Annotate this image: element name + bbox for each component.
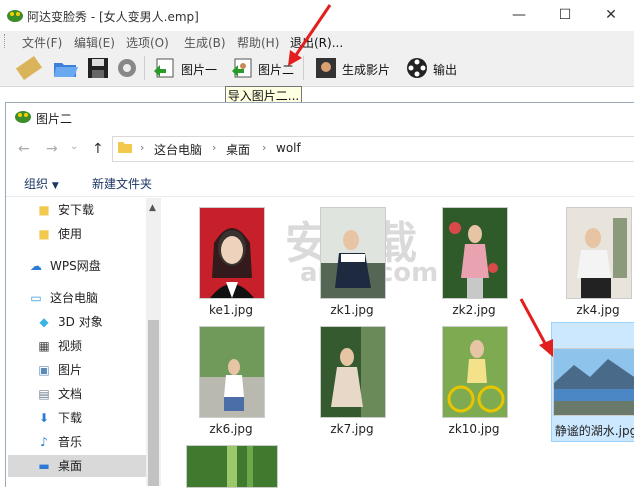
desktop-icon: ▬ — [38, 459, 50, 473]
file-name[interactable]: 静谧的湖水.jpg — [551, 422, 634, 439]
nav-label: 图片 — [58, 363, 83, 377]
nav-item-video[interactable]: ▦ 视频 — [36, 335, 82, 357]
file-name[interactable]: ke1.jpg — [186, 303, 276, 317]
settings-gear-icon[interactable] — [114, 55, 140, 81]
organize-label: 组织 — [24, 177, 49, 191]
nav-label: 桌面 — [58, 459, 83, 473]
annotation-arrow — [519, 298, 553, 357]
nav-item-wps[interactable]: ☁ WPS网盘 — [28, 255, 101, 277]
import-picture-one-icon[interactable] — [151, 55, 177, 81]
file-name[interactable]: zk1.jpg — [307, 303, 397, 317]
computer-icon: ▭ — [30, 291, 42, 305]
nav-label: WPS网盘 — [50, 259, 101, 273]
dialog-app-icon — [15, 111, 31, 123]
up-arrow-icon[interactable]: ↑ — [92, 141, 104, 157]
document-icon: ▤ — [38, 387, 50, 401]
film-strip-icon[interactable] — [16, 55, 42, 81]
annotation-arrow — [288, 4, 332, 66]
minimize-button[interactable]: — — [496, 0, 542, 31]
menu-file[interactable]: 文件(F) — [22, 34, 62, 51]
nav-item-documents[interactable]: ▤ 文档 — [36, 383, 82, 405]
nav-item-pictures[interactable]: ▣ 图片 — [36, 359, 82, 381]
nav-item-music[interactable]: ♪ 音乐 — [36, 431, 82, 453]
toolbar-divider — [144, 56, 145, 80]
breadcrumb-this-pc[interactable]: 这台电脑 — [154, 141, 202, 158]
nav-item-this-pc[interactable]: ▭ 这台电脑 — [28, 287, 98, 309]
file-thumbnail[interactable] — [442, 207, 508, 299]
video-icon: ▦ — [38, 339, 50, 353]
file-thumbnail[interactable] — [566, 207, 632, 299]
file-name[interactable]: zk7.jpg — [307, 422, 397, 436]
nav-label: 文档 — [58, 387, 83, 401]
nav-label: 使用 — [58, 227, 83, 241]
organize-button[interactable]: 组织 ▼ — [24, 175, 59, 192]
forward-arrow-icon[interactable]: → — [46, 141, 58, 157]
file-name[interactable]: zk10.jpg — [429, 422, 519, 436]
save-icon[interactable] — [85, 55, 111, 81]
app-logo-icon — [7, 10, 23, 22]
nav-label: 安下载 — [58, 203, 95, 217]
breadcrumb-wolf[interactable]: wolf — [276, 141, 301, 155]
file-name[interactable]: zk4.jpg — [553, 303, 634, 317]
import-picture-two-icon[interactable] — [229, 55, 255, 81]
menu-help[interactable]: 帮助(H) — [237, 34, 279, 51]
breadcrumb-separator-icon: › — [262, 141, 267, 154]
recent-chevron-icon[interactable]: ⌄ — [70, 141, 78, 152]
back-arrow-icon[interactable]: ← — [18, 141, 30, 157]
nav-item-desktop[interactable]: ▬ 桌面 — [36, 455, 82, 477]
music-icon: ♪ — [40, 435, 48, 449]
open-folder-icon[interactable] — [52, 55, 78, 81]
nav-label: 音乐 — [58, 435, 83, 449]
close-button[interactable]: ✕ — [588, 0, 634, 31]
menubar-grip — [4, 34, 8, 48]
maximize-button[interactable]: ☐ — [542, 0, 588, 31]
film-reel-icon[interactable] — [404, 55, 430, 81]
file-thumbnail[interactable] — [199, 326, 265, 418]
cube-icon: ◆ — [39, 315, 49, 329]
folder-icon — [118, 142, 132, 153]
nav-label: 这台电脑 — [50, 291, 99, 305]
download-icon: ⬇ — [38, 411, 50, 425]
toolbar-generate-label[interactable]: 生成影片 — [342, 61, 390, 78]
new-folder-button[interactable]: 新建文件夹 — [92, 175, 152, 192]
nav-label: 3D 对象 — [58, 315, 103, 329]
scroll-up-icon[interactable]: ▲ — [149, 203, 156, 213]
picture-icon: ▣ — [38, 363, 50, 377]
file-name[interactable]: zk2.jpg — [429, 303, 519, 317]
chevron-down-icon: ▼ — [51, 181, 59, 191]
divider — [6, 196, 634, 197]
scrollbar-thumb[interactable] — [148, 320, 159, 486]
breadcrumb-separator-icon: › — [140, 141, 145, 154]
nav-item-shiyong[interactable]: ■ 使用 — [36, 223, 82, 245]
breadcrumb-separator-icon: › — [212, 141, 217, 154]
window-title: 阿达变脸秀 - [女人变男人.emp] — [27, 10, 199, 24]
nav-label: 下载 — [58, 411, 83, 425]
nav-item-anxiazai[interactable]: ■ 安下载 — [36, 199, 94, 221]
nav-item-3d[interactable]: ◆ 3D 对象 — [36, 311, 103, 333]
nav-item-downloads[interactable]: ⬇ 下载 — [36, 407, 82, 429]
cloud-icon: ☁ — [30, 259, 42, 273]
nav-label: 视频 — [58, 339, 83, 353]
toolbar-pic1-label[interactable]: 图片一 — [181, 61, 217, 78]
folder-icon: ■ — [38, 227, 50, 241]
breadcrumb-desktop[interactable]: 桌面 — [226, 141, 250, 158]
dialog-title: 图片二 — [36, 112, 73, 126]
menu-options[interactable]: 选项(O) — [126, 34, 169, 51]
menu-generate[interactable]: 生成(B) — [184, 34, 226, 51]
file-thumbnail[interactable] — [199, 207, 265, 299]
toolbar-output-label[interactable]: 输出 — [433, 61, 457, 78]
folder-icon: ■ — [38, 203, 50, 217]
file-thumbnail[interactable] — [320, 207, 386, 299]
file-thumbnail[interactable] — [186, 445, 278, 488]
navigation-pane — [6, 198, 161, 486]
file-name[interactable]: zk6.jpg — [186, 422, 276, 436]
file-thumbnail[interactable] — [320, 326, 386, 418]
file-thumbnail[interactable] — [553, 348, 634, 416]
menu-edit[interactable]: 编辑(E) — [74, 34, 115, 51]
file-thumbnail[interactable] — [442, 326, 508, 418]
